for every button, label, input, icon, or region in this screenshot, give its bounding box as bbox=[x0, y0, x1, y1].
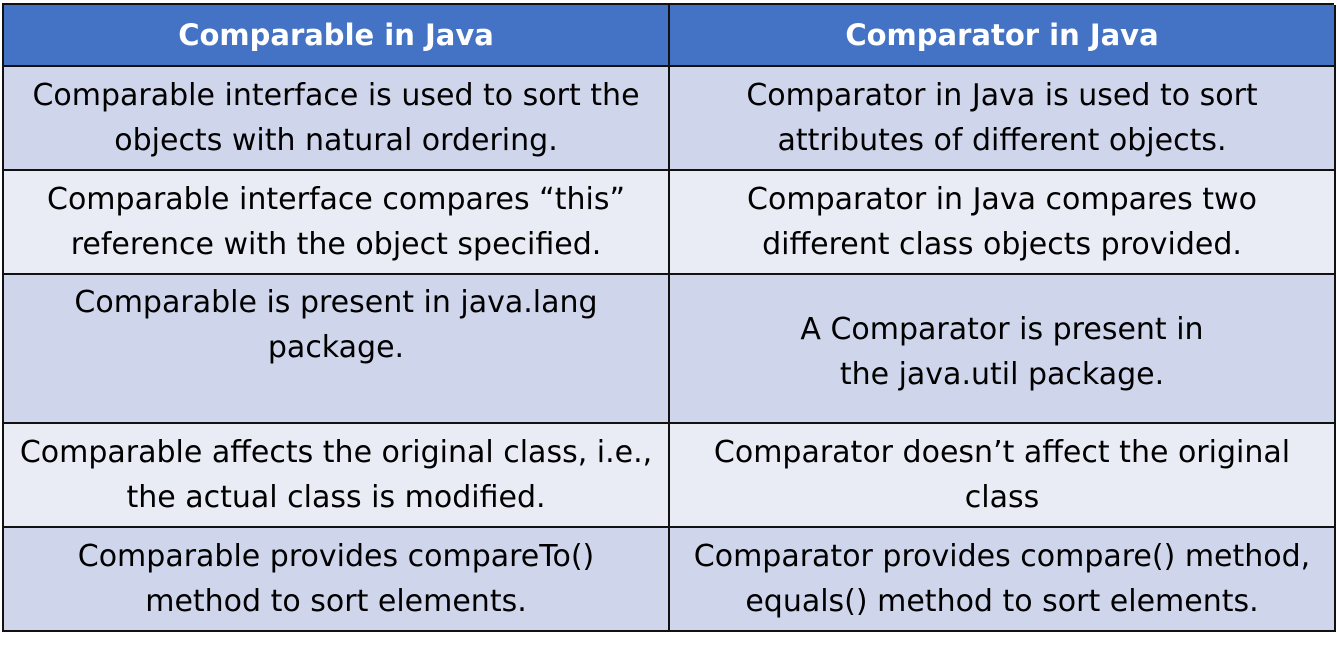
cell-comparable-class-effect: Comparable affects the original class, i… bbox=[4, 424, 670, 528]
cell-comparator-comparison: Comparator in Java compares two differen… bbox=[670, 171, 1336, 275]
header-comparator: Comparator in Java bbox=[670, 5, 1336, 67]
cell-comparable-package: Comparable is present in java.lang packa… bbox=[4, 275, 670, 424]
cell-comparator-package: A Comparator is present in the java.util… bbox=[670, 275, 1336, 424]
header-comparable: Comparable in Java bbox=[4, 5, 670, 67]
cell-comparable-sorting-purpose: Comparable interface is used to sort the… bbox=[4, 67, 670, 171]
cell-comparable-methods: Comparable provides compareTo() method t… bbox=[4, 528, 670, 632]
cell-comparator-sorting-purpose: Comparator in Java is used to sort attri… bbox=[670, 67, 1336, 171]
cell-comparator-class-effect: Comparator doesn’t affect the original c… bbox=[670, 424, 1336, 528]
cell-comparator-methods: Comparator provides compare() method, eq… bbox=[670, 528, 1336, 632]
cell-comparable-comparison: Comparable interface compares “this” ref… bbox=[4, 171, 670, 275]
comparison-table: Comparable in Java Comparator in Java Co… bbox=[2, 3, 1336, 632]
